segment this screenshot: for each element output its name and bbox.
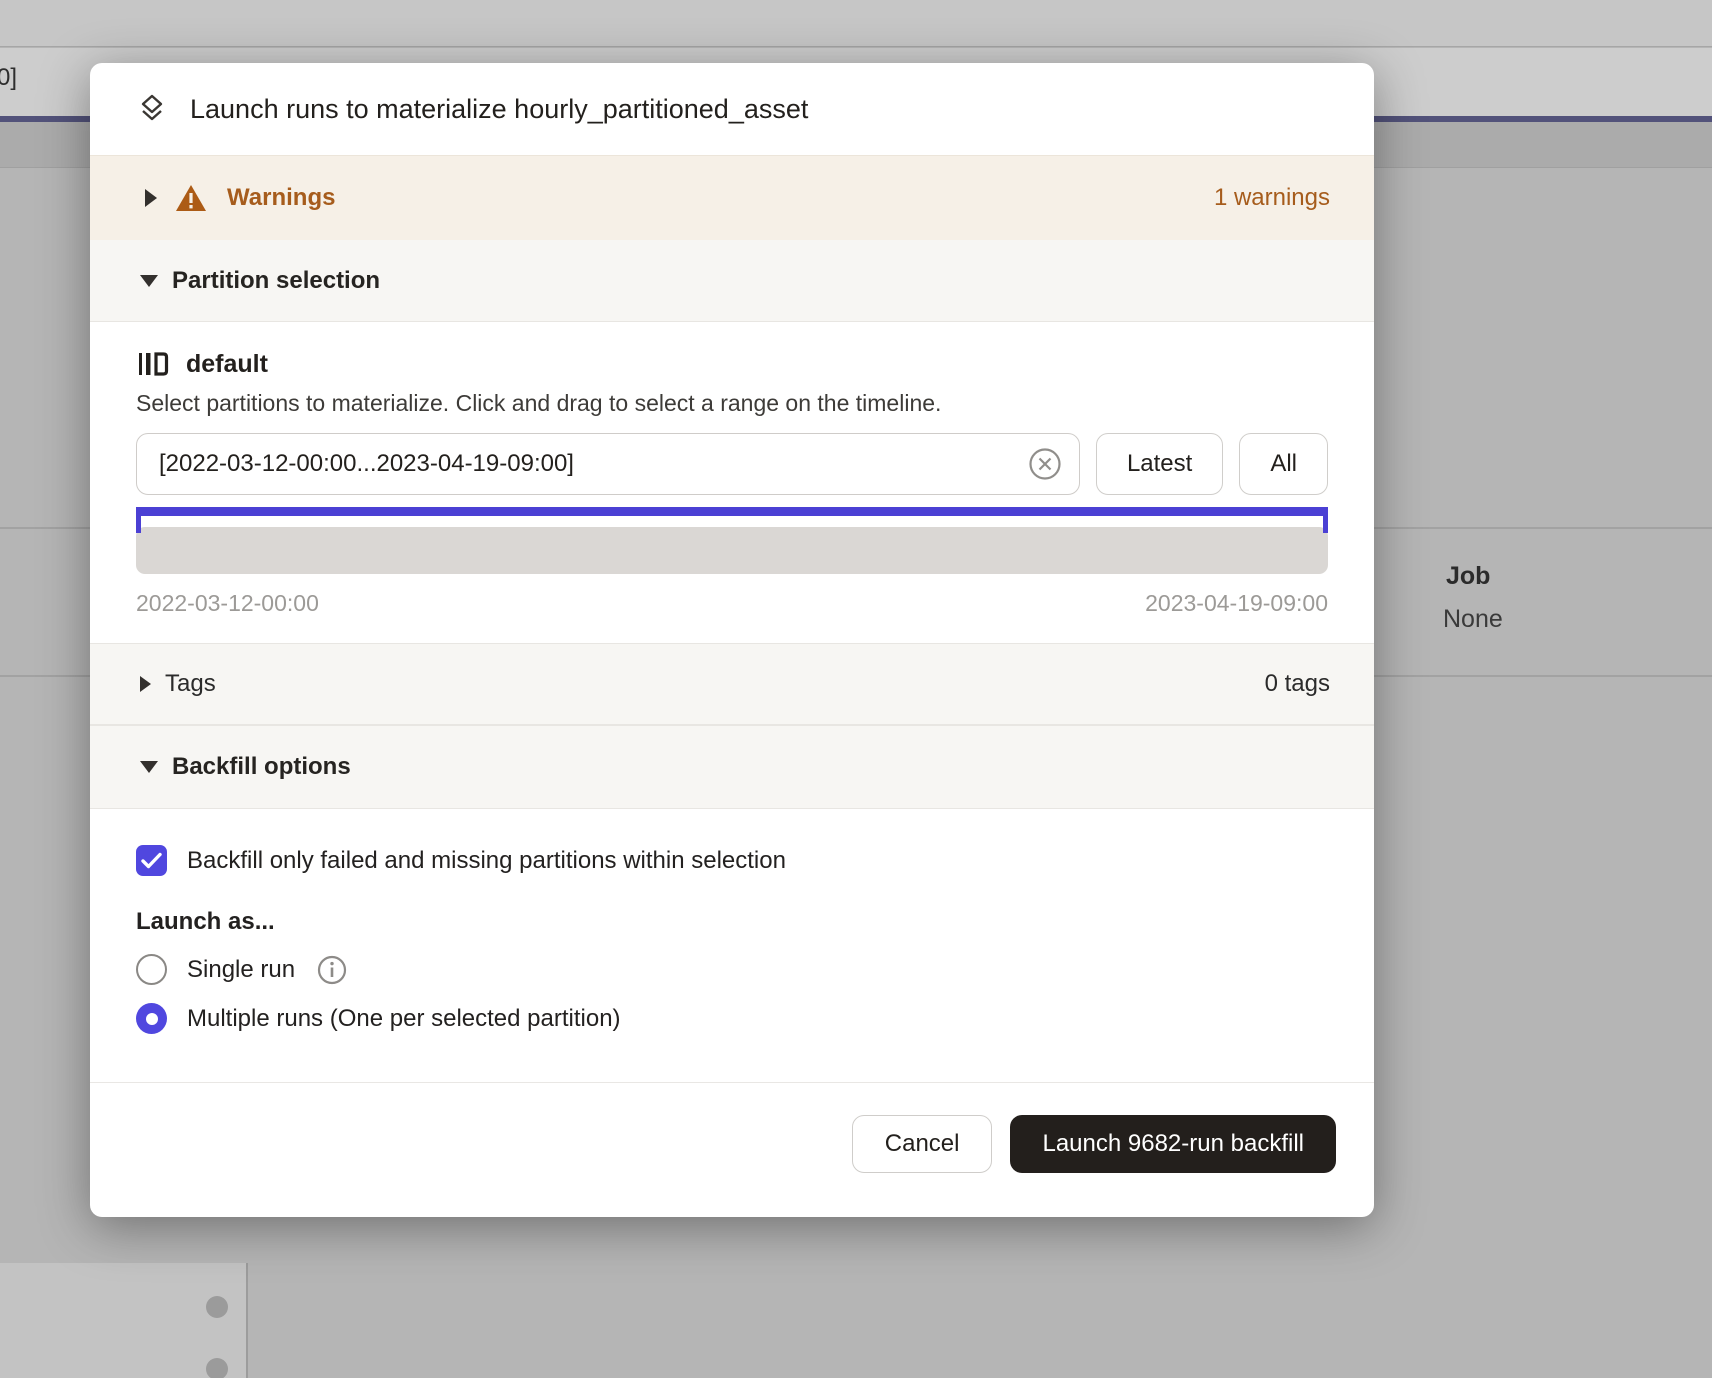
chevron-down-icon (140, 275, 158, 287)
clear-range-icon[interactable] (1028, 447, 1062, 481)
background-status-dot (206, 1358, 228, 1378)
tags-section-header[interactable]: Tags 0 tags (90, 643, 1374, 725)
timeline-start-label: 2022-03-12-00:00 (136, 590, 319, 617)
backfill-only-failed-checkbox-row[interactable]: Backfill only failed and missing partiti… (136, 845, 1328, 876)
checkbox-checked-icon[interactable] (136, 845, 167, 876)
dialog-footer: Cancel Launch 9682-run backfill (90, 1082, 1374, 1217)
dialog-header: Launch runs to materialize hourly_partit… (90, 63, 1374, 155)
info-icon[interactable] (317, 955, 347, 985)
tags-count: 0 tags (1265, 670, 1330, 698)
partition-dimension-row: default (136, 348, 1328, 380)
partition-range-controls: Latest All (136, 433, 1328, 495)
backfill-options-body: Backfill only failed and missing partiti… (90, 809, 1374, 1082)
timeline-end-label: 2023-04-19-09:00 (1145, 590, 1328, 617)
warnings-section-header[interactable]: Warnings 1 warnings (90, 155, 1374, 240)
single-run-radio-row[interactable]: Single run (136, 954, 1328, 985)
asset-layers-icon (136, 93, 168, 125)
radio-selected-icon[interactable] (136, 1003, 167, 1034)
partition-health-timeline[interactable] (136, 527, 1328, 574)
latest-button[interactable]: Latest (1096, 433, 1223, 495)
background-job-column-value: None (1443, 605, 1503, 634)
backfill-options-header[interactable]: Backfill options (90, 725, 1374, 809)
partition-set-icon (136, 348, 170, 380)
partition-selection-description: Select partitions to materialize. Click … (136, 390, 1328, 417)
background-status-dot (206, 1296, 228, 1318)
partition-range-input[interactable] (136, 433, 1080, 495)
multiple-runs-label: Multiple runs (One per selected partitio… (187, 1005, 621, 1033)
partition-selection-title: Partition selection (172, 267, 380, 295)
backfill-only-failed-label: Backfill only failed and missing partiti… (187, 847, 786, 875)
background-toolbar (0, 0, 1712, 47)
launch-as-label: Launch as... (136, 908, 1328, 936)
partition-dimension-name: default (186, 350, 268, 379)
chevron-right-icon (145, 189, 157, 207)
background-job-column-label: Job (1446, 562, 1490, 591)
background-clipped-text: 0] (0, 64, 17, 92)
backfill-options-title: Backfill options (172, 753, 351, 781)
warning-triangle-icon (175, 183, 207, 213)
partition-selection-body: default Select partitions to materialize… (90, 322, 1374, 643)
radio-unselected-icon[interactable] (136, 954, 167, 985)
warnings-count: 1 warnings (1214, 184, 1330, 212)
tags-title: Tags (165, 670, 216, 698)
partition-selection-header[interactable]: Partition selection (90, 240, 1374, 322)
chevron-down-icon (140, 761, 158, 773)
launch-backfill-button[interactable]: Launch 9682-run backfill (1010, 1115, 1336, 1173)
chevron-right-icon (140, 676, 151, 692)
timeline-date-labels: 2022-03-12-00:00 2023-04-19-09:00 (136, 590, 1328, 617)
multiple-runs-radio-row[interactable]: Multiple runs (One per selected partitio… (136, 1003, 1328, 1034)
cancel-button[interactable]: Cancel (852, 1115, 993, 1173)
warnings-label: Warnings (227, 184, 335, 212)
selected-range-bar[interactable] (136, 507, 1328, 516)
dialog-title: Launch runs to materialize hourly_partit… (190, 94, 808, 125)
single-run-label: Single run (187, 956, 295, 984)
all-button[interactable]: All (1239, 433, 1328, 495)
launch-backfill-dialog: Launch runs to materialize hourly_partit… (90, 63, 1374, 1217)
